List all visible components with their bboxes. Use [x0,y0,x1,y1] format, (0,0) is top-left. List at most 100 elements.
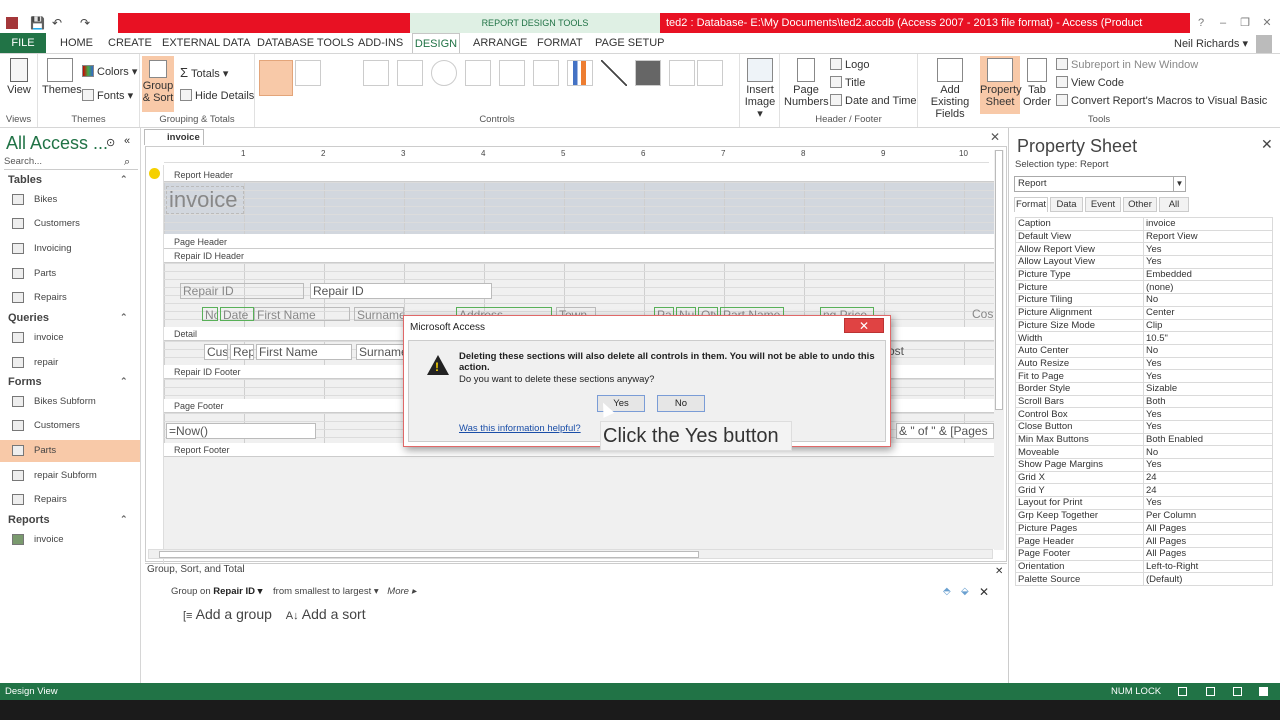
property-value[interactable]: All Pages [1143,534,1273,548]
print-preview-icon[interactable] [1206,687,1215,696]
property-row[interactable]: Width 10.5" [1015,331,1273,345]
nav-group-queries[interactable]: Queries ⌃ [8,312,128,324]
property-row[interactable]: Close Button Yes [1015,420,1273,434]
scroll-thumb[interactable] [159,551,699,558]
option-group-control[interactable] [499,60,525,86]
design-view-icon[interactable] [1259,687,1268,696]
property-row[interactable]: Default View Report View [1015,229,1273,244]
save-icon[interactable]: 💾 [30,16,45,30]
title-button[interactable]: Title [830,76,865,89]
vertical-scrollbar[interactable] [994,150,1004,550]
property-value[interactable]: (Default) [1143,572,1273,586]
collapse-chevron-icon[interactable]: ⌃ [120,174,128,185]
totals-button[interactable]: Σ Totals ▾ [180,65,228,80]
group-field-select[interactable]: Repair ID ▾ [213,586,262,597]
property-value[interactable]: Yes [1143,458,1273,472]
add-group-button[interactable]: Add a group [196,606,272,622]
navigation-control[interactable] [465,60,491,86]
pages-textbox[interactable]: & " of " & [Pages [896,423,994,439]
report-title-label[interactable]: invoice [166,186,244,214]
page-break-control[interactable] [533,60,559,86]
help-feedback-link[interactable]: Was this information helpful? [459,423,581,434]
move-up-icon[interactable]: ⬘ [943,586,951,597]
rectangle-control[interactable] [697,60,723,86]
listbox-control[interactable] [669,60,695,86]
property-row[interactable]: Orientation Left-to-Right [1015,559,1273,574]
property-value[interactable]: Both [1143,394,1273,409]
property-row[interactable]: Picture Type Embedded [1015,267,1273,282]
redo-icon[interactable]: ↷ [80,16,90,30]
header-label-no[interactable]: No [202,307,218,321]
property-value[interactable]: Sizable [1143,381,1273,396]
property-value[interactable]: Per Column [1143,508,1273,523]
detail-field-first-name[interactable]: First Name [256,344,352,360]
collapse-chevron-icon[interactable]: ⌃ [120,376,128,387]
line-control[interactable] [601,60,627,86]
layout-view-icon[interactable] [1233,687,1242,696]
now-date-textbox[interactable]: =Now() [166,423,316,439]
property-value[interactable]: 10.5" [1143,331,1273,345]
nav-item-repair-subform[interactable]: repair Subform [0,465,140,487]
property-value[interactable]: Report View [1143,229,1273,244]
ptab-data[interactable]: Data [1050,197,1083,212]
chart-control[interactable] [567,60,593,86]
report-view-icon[interactable] [1178,687,1187,696]
nav-item-parts-form[interactable]: Parts [0,440,140,462]
horizontal-scrollbar[interactable] [148,549,993,559]
property-value[interactable]: No [1143,343,1273,358]
search-icon[interactable]: ⌕ [124,156,130,169]
page-numbers-button[interactable]: Page Numbers [784,58,829,108]
detail-field-customer[interactable]: Cus [204,344,228,360]
close-document-icon[interactable]: ✕ [990,130,1000,144]
nav-group-tables[interactable]: Tables ⌃ [8,174,128,186]
minimize-icon[interactable]: – [1212,13,1234,33]
property-value[interactable]: Yes [1143,255,1273,269]
hide-details-button[interactable]: Hide Details [180,89,254,102]
sort-order-select[interactable]: from smallest to largest ▾ [273,586,379,597]
property-value[interactable]: Yes [1143,369,1273,383]
property-value[interactable]: Both Enabled [1143,432,1273,447]
warning-indicator-icon[interactable] [149,168,160,179]
header-label-date[interactable]: Date [220,307,254,321]
property-row[interactable]: Allow Report View Yes [1015,242,1273,257]
property-row[interactable]: Scroll Bars Both [1015,394,1273,409]
property-row[interactable]: Picture Alignment Center [1015,305,1273,320]
property-value[interactable]: No [1143,445,1273,460]
property-row[interactable]: Moveable No [1015,445,1273,460]
property-value[interactable]: Left-to-Right [1143,559,1273,574]
nav-item-invoice-report[interactable]: invoice [0,529,140,551]
subreport-new-window-button[interactable]: Subreport in New Window [1056,58,1198,71]
property-row[interactable]: Fit to Page Yes [1015,369,1273,383]
property-value[interactable]: Yes [1143,356,1273,371]
nav-search-input[interactable]: Search... [4,156,138,170]
property-value[interactable]: Clip [1143,318,1273,333]
delete-group-icon[interactable]: ✕ [979,585,989,599]
help-icon[interactable]: ? [1190,13,1212,33]
hyperlink-control[interactable] [431,60,457,86]
fonts-button[interactable]: Fonts ▾ [82,89,133,102]
nav-item-invoicing-table[interactable]: Invoicing [0,238,140,260]
nav-collapse-icon[interactable]: « [124,135,130,147]
property-value[interactable]: Center [1143,305,1273,320]
property-row[interactable]: Control Box Yes [1015,407,1273,421]
property-row[interactable]: Palette Source (Default) [1015,572,1273,586]
property-row[interactable]: Grid Y 24 [1015,483,1273,498]
tab-database-tools[interactable]: DATABASE TOOLS [257,33,354,53]
tab-order-button[interactable]: Tab Order [1020,58,1054,108]
nav-group-reports[interactable]: Reports ⌃ [8,514,128,526]
ptab-event[interactable]: Event [1085,197,1121,212]
group-sort-button[interactable]: Group & Sort [142,56,174,112]
property-row[interactable]: Page Header All Pages [1015,534,1273,548]
user-name[interactable]: Neil Richards ▾ [1174,37,1248,50]
detail-field-cost[interactable]: ost [886,344,926,360]
ptab-other[interactable]: Other [1123,197,1157,212]
report-header-grid[interactable]: invoice [164,182,994,234]
colors-button[interactable]: Colors ▾ [82,65,137,78]
property-value[interactable]: Yes [1143,420,1273,434]
repair-id-label[interactable]: Repair ID [180,283,304,299]
property-value[interactable]: Embedded [1143,267,1273,282]
property-row[interactable]: Picture Pages All Pages [1015,521,1273,536]
nav-group-forms[interactable]: Forms ⌃ [8,376,128,388]
property-value[interactable]: All Pages [1143,546,1273,561]
section-page-header[interactable]: Page Header [164,235,994,249]
